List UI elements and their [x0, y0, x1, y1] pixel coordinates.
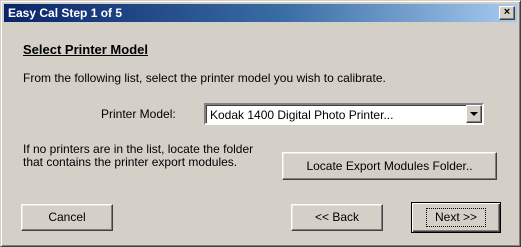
locate-export-modules-button[interactable]: Locate Export Modules Folder..	[282, 152, 497, 180]
no-printers-note: If no printers are in the list, locate t…	[23, 142, 254, 169]
title-bar[interactable]: Easy Cal Step 1 of 5 ×	[4, 4, 517, 22]
easy-cal-dialog: Easy Cal Step 1 of 5 × Select Printer Mo…	[0, 0, 521, 247]
cancel-button[interactable]: Cancel	[21, 204, 113, 231]
close-button[interactable]: ×	[499, 6, 515, 20]
page-heading: Select Printer Model	[23, 42, 148, 57]
close-icon: ×	[503, 6, 511, 18]
dropdown-button[interactable]	[466, 105, 482, 123]
window-title: Easy Cal Step 1 of 5	[8, 6, 123, 20]
instruction-text: From the following list, select the prin…	[23, 71, 386, 85]
back-button[interactable]: << Back	[291, 204, 383, 231]
printer-model-label: Printer Model:	[101, 107, 176, 121]
printer-model-select[interactable]: Kodak 1400 Digital Photo Printer...	[204, 103, 484, 125]
printer-model-value: Kodak 1400 Digital Photo Printer...	[210, 108, 394, 122]
next-button-label: Next >>	[425, 208, 487, 227]
next-button[interactable]: Next >>	[411, 202, 501, 233]
